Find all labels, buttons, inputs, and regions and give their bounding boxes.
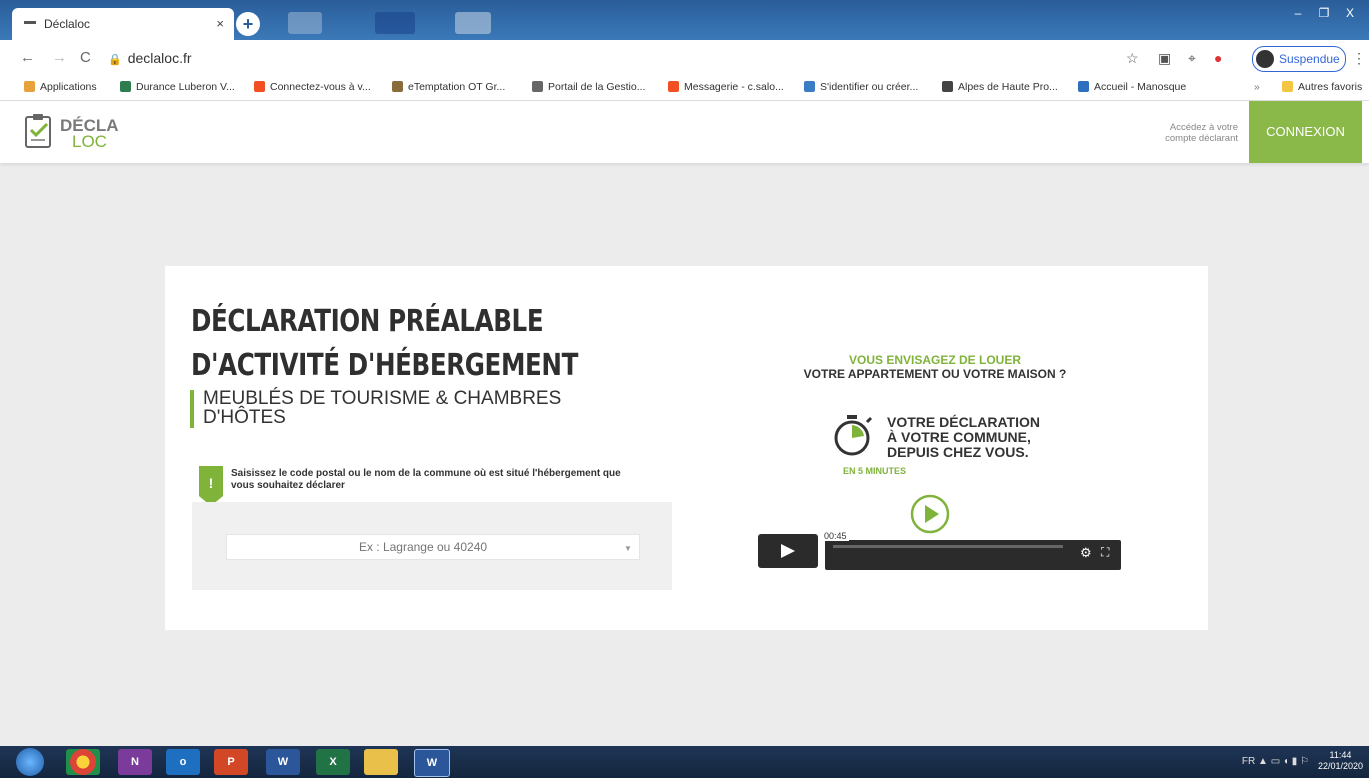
video-play-button[interactable] (758, 534, 818, 568)
f-letter-icon (532, 81, 543, 92)
profile-label: Suspendue (1279, 52, 1340, 66)
new-tab-button[interactable]: + (236, 12, 260, 36)
bookmarks-overflow-icon[interactable]: » (1254, 81, 1260, 93)
back-arrow-icon[interactable]: ← (20, 49, 35, 66)
address-url: declaloc.fr (127, 50, 192, 66)
video-time: 00:45 (822, 531, 849, 541)
folder-icon (1282, 81, 1293, 92)
menu-dots-icon[interactable]: ⋮ (1352, 50, 1366, 67)
account-link[interactable]: Accédez à votre compte déclarant (1150, 122, 1238, 144)
play-icon (781, 544, 795, 558)
bookmark-item[interactable]: Autres favoris (1282, 81, 1362, 93)
close-window-button[interactable]: X (1337, 6, 1363, 20)
bookmark-item[interactable]: eTemptation OT Gr... (392, 81, 505, 93)
microsoft-icon (668, 81, 679, 92)
extension-red-icon[interactable]: ● (1214, 50, 1222, 66)
system-tray[interactable]: FR ▲ ▭ ◖ ▮ ⚐ (1242, 756, 1309, 767)
video-controls: ⚙ ⛶ (825, 540, 1121, 570)
extension-pin-icon[interactable]: ⌖ (1188, 50, 1196, 67)
address-bar[interactable]: 🔒 declaloc.fr (108, 47, 1138, 69)
browser-toolbar: ← → C 🔒 declaloc.fr ☆ ▣ ⌖ ● Suspendue ⋮ (0, 40, 1369, 77)
bookmarks-bar: Applications Durance Luberon V... Connec… (0, 76, 1369, 101)
satellite-icon (804, 81, 815, 92)
chrome-taskbar-icon[interactable] (66, 749, 100, 775)
bookmark-item[interactable]: Alpes de Haute Pro... (942, 81, 1058, 93)
play-circle-icon[interactable] (910, 494, 950, 534)
bookmark-item[interactable]: Durance Luberon V... (120, 81, 235, 93)
promo-minutes: EN 5 MINUTES (843, 466, 907, 476)
reload-icon[interactable]: C (80, 49, 91, 66)
browser-titlebar: Déclaloc × + – ❐ X (0, 0, 1369, 40)
settings-gear-icon[interactable]: ⚙ (1080, 545, 1092, 561)
promo-line-1: VOUS ENVISAGEZ DE LOUER (848, 353, 1022, 367)
explorer-taskbar-icon[interactable] (364, 749, 398, 775)
powerpoint-taskbar-icon[interactable]: P (214, 749, 248, 775)
minimize-button[interactable]: – (1285, 6, 1311, 20)
bookmark-item[interactable]: S'identifier ou créer... (804, 81, 918, 93)
bookmark-item[interactable]: Portail de la Gestio... (532, 81, 645, 93)
taskbar-clock[interactable]: 11:44 22/01/2020 (1318, 750, 1363, 772)
bookmark-item[interactable]: Connectez-vous à v... (254, 81, 371, 93)
tab-favicon-icon (24, 21, 36, 24)
outlook-taskbar-icon[interactable]: o (166, 749, 200, 775)
page-subtitle: MEUBLÉS DE TOURISME & CHAMBRES D'HÔTES (203, 388, 562, 428)
extension-icon[interactable]: ▣ (1158, 50, 1171, 67)
browser-tab[interactable]: Déclaloc × (12, 8, 234, 40)
search-hint: Saisissez le code postal ou le nom de la… (231, 468, 621, 491)
title-line-1: DÉCLARATION PRÉALABLE (191, 304, 544, 339)
profile-button[interactable]: Suspendue (1252, 46, 1346, 72)
bookmark-item[interactable]: Accueil - Manosque (1078, 81, 1186, 93)
word-active-taskbar-icon[interactable]: W (414, 749, 450, 777)
avatar (1256, 50, 1274, 68)
chart-icon (392, 81, 403, 92)
word-taskbar-icon[interactable]: W (266, 749, 300, 775)
windows-start-icon[interactable] (16, 748, 44, 776)
maximize-button[interactable]: ❐ (1311, 6, 1337, 20)
main-card: DÉCLARATION PRÉALABLE D'ACTIVITÉ D'HÉBER… (165, 266, 1208, 630)
promo-headline: VOTRE DÉCLARATION À VOTRE COMMUNE, DEPUI… (887, 414, 1040, 460)
windows-taskbar: N o P W X W FR ▲ ▭ ◖ ▮ ⚐ 11:44 22/01/202… (0, 746, 1369, 778)
svg-text:!: ! (209, 475, 214, 491)
video-progress-track[interactable] (833, 545, 1063, 548)
search-panel: ▼ (192, 502, 672, 590)
leaf-icon (120, 81, 131, 92)
clipboard-logo-icon (25, 114, 51, 148)
title-line-2: D'ACTIVITÉ D'HÉBERGEMENT (191, 348, 578, 383)
tab-title: Déclaloc (44, 17, 91, 31)
tab-close-icon[interactable]: × (216, 16, 224, 31)
bookmark-item[interactable]: Messagerie - c.salo... (668, 81, 784, 93)
fullscreen-icon[interactable]: ⛶ (1101, 545, 1109, 560)
commune-search-input[interactable] (226, 534, 640, 560)
exclamation-flag-icon: ! (199, 466, 223, 506)
promo-line-2: VOTRE APPARTEMENT OU VOTRE MAISON ? (803, 367, 1067, 381)
dropdown-caret-icon[interactable]: ▼ (624, 544, 632, 553)
bookmark-item[interactable]: Applications (24, 81, 97, 93)
folder-icon (1078, 81, 1089, 92)
site-header: DÉCLA LOC Accédez à votre compte déclara… (0, 101, 1369, 163)
globe-icon (942, 81, 953, 92)
page-title: DÉCLARATION PRÉALABLE D'ACTIVITÉ D'HÉBER… (191, 300, 578, 388)
forward-arrow-icon[interactable]: → (52, 49, 67, 66)
apps-grid-icon (24, 81, 35, 92)
excel-taskbar-icon[interactable]: X (316, 749, 350, 775)
connexion-button[interactable]: CONNEXION (1249, 101, 1362, 163)
microsoft-icon (254, 81, 265, 92)
onenote-taskbar-icon[interactable]: N (118, 749, 152, 775)
subtitle-accent-bar (190, 390, 194, 428)
window-controls: – ❐ X (1285, 6, 1363, 20)
stopwatch-icon (834, 415, 873, 456)
lock-icon: 🔒 (108, 54, 122, 66)
site-logo[interactable]: DÉCLA LOC (60, 117, 119, 151)
bookmark-star-icon[interactable]: ☆ (1126, 50, 1139, 67)
logo-text-bottom: LOC (72, 132, 107, 151)
